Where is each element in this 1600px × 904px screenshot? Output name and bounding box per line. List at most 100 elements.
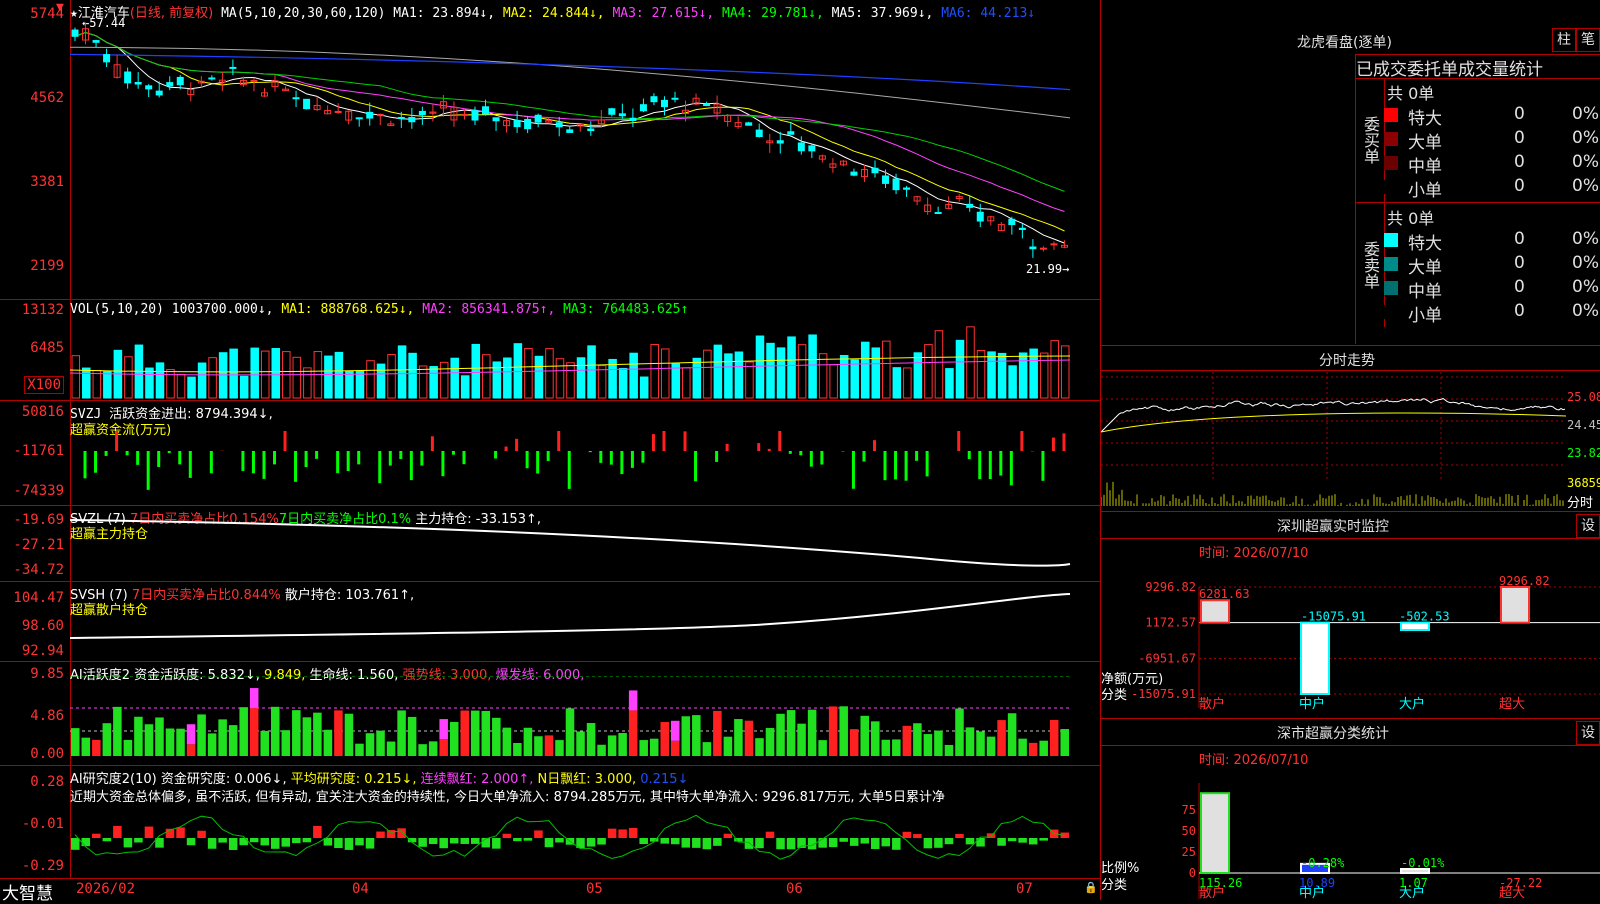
activity-bar (460, 711, 469, 756)
svzl-tick: -27.21 (13, 537, 64, 553)
svsh-pane[interactable]: 104.47 98.60 92.94 SVSH (7) 7日内买卖净占比0.84… (0, 582, 1100, 662)
volume-bar (883, 341, 891, 398)
volume-pane[interactable]: 13132 6485 X100 VOL(5,10,20) 1003700.000… (0, 300, 1100, 401)
classify-settings-button[interactable]: 设 (1576, 721, 1600, 745)
activity-bar (113, 707, 122, 756)
svzl-line[interactable] (70, 510, 1100, 580)
candle-body (935, 213, 941, 214)
svzj-bars[interactable] (70, 431, 1100, 501)
buy-pct: 0% (1572, 176, 1599, 196)
bar-mode-button[interactable]: 柱 (1552, 28, 1576, 52)
svzl-pane[interactable]: -19.69 -27.21 -34.72 SVZL (7) 7日内买卖净占比0.… (0, 506, 1100, 582)
volume-bar (914, 353, 922, 398)
activity-bar (1039, 741, 1048, 756)
research-bar (282, 838, 291, 847)
buy-name: 小单 (1408, 176, 1442, 201)
candle-body (809, 146, 815, 151)
monitor-bar-label: 6281.63 (1199, 587, 1250, 601)
volume-bar (767, 343, 775, 398)
intraday-tick: 36859 (1567, 476, 1600, 490)
intraday-panel[interactable]: 分时走势 25.08 24.45 23.82 36859 分时 (1101, 346, 1600, 512)
lock-icon[interactable]: 🔒 (1084, 881, 1098, 894)
research-bar (839, 838, 848, 842)
ai-activity-pane[interactable]: 9.85 4.86 0.00 AI活跃度2 资金活跃度: 5.832↓, 9.8… (0, 662, 1100, 766)
candle-body (293, 98, 299, 99)
activity-bar (734, 719, 743, 756)
activity-bar (987, 737, 996, 756)
price-pane[interactable]: 5744 4562 3381 2199 ▼ ★江淮汽车(日线, 前复权) MA(… (0, 0, 1100, 300)
research-bar (713, 838, 722, 846)
research-bar (597, 838, 606, 845)
research-bar (292, 838, 301, 843)
classify-category-label: 中户 (1299, 885, 1325, 900)
vol-value: 1003700.000↓, (172, 302, 274, 317)
classify-bar-label: -0.01% (1401, 856, 1445, 870)
svzj-pane[interactable]: 50816 -11761 -74339 SVZJ 活跃资金进出: 8794.39… (0, 401, 1100, 506)
activity-bar (566, 708, 575, 756)
volume-bar (967, 327, 975, 398)
volume-bar (398, 346, 406, 398)
candle-body (356, 118, 362, 119)
ai-activity-bars[interactable] (70, 676, 1100, 764)
intraday-chart[interactable] (1101, 372, 1566, 507)
research-bar (682, 838, 691, 848)
tick-mode-button[interactable]: 笔 (1576, 28, 1600, 52)
classify-category-label: 大户 (1399, 885, 1425, 900)
monitor-settings-button[interactable]: 设 (1576, 514, 1600, 538)
volume-bar (672, 364, 680, 398)
activity-bar (397, 710, 406, 756)
flow-bar (94, 451, 97, 473)
research-bar (997, 838, 1006, 846)
candle-body (1051, 244, 1057, 245)
dragon-tiger-title: 龙虎看盘(逐单) (1297, 32, 1392, 52)
candle-body (493, 118, 499, 121)
activity-bar (82, 738, 91, 756)
research-bar (976, 838, 985, 847)
flow-bar (526, 451, 529, 468)
activity-bar (376, 731, 385, 756)
sell-color-swatch (1384, 257, 1398, 271)
volume-bar (956, 340, 964, 398)
volume-bars[interactable] (70, 318, 1100, 400)
ai1-tick: 4.86 (30, 708, 64, 724)
research-bar (355, 838, 364, 845)
flow-bar (284, 431, 287, 451)
classify-title: 深市超赢分类统计 (1277, 723, 1389, 743)
sell-total: 共 0单 (1387, 205, 1434, 229)
ai-research-bars[interactable] (70, 804, 1100, 876)
candle-body (1040, 248, 1046, 249)
intraday-tail: 分时 (1567, 492, 1593, 511)
activity-bar (1060, 729, 1069, 756)
date-axis: 大智慧 2026/02 04 05 06 07 🔒 (0, 879, 1100, 900)
buy-row: 大单00% (1384, 128, 1600, 150)
retail-position-line (70, 594, 1070, 638)
flow-bar (115, 431, 118, 451)
monitor-axis-tick: 1172.57 (1145, 616, 1196, 630)
date-tick: 2026/02 (76, 881, 135, 897)
ai-research-pane[interactable]: 0.28 -0.01 -0.29 AI研究度2(10) 资金研究度: 0.006… (0, 766, 1100, 879)
volume-bar (409, 353, 417, 398)
research-bar (124, 838, 133, 847)
activity-bar (882, 740, 891, 756)
volume-bar (461, 376, 469, 398)
candle-body (135, 82, 141, 84)
ai2-tick: -0.29 (22, 858, 64, 874)
candlestick-chart[interactable] (70, 6, 1100, 296)
activity-bar (439, 739, 448, 756)
activity-bar (250, 708, 259, 756)
flow-bar (820, 451, 823, 465)
svsh-line[interactable] (70, 586, 1100, 660)
flow-bar (894, 451, 897, 479)
volume-bar (1019, 353, 1027, 398)
volume-bar (83, 368, 91, 398)
collapse-arrow-icon[interactable]: ▼ (56, 0, 64, 15)
activity-bar (408, 717, 417, 756)
classify-axis-tick: 75 (1182, 803, 1196, 817)
date-tick: 05 (586, 881, 603, 897)
activity-bar (366, 733, 375, 756)
activity-bar (334, 710, 343, 756)
sell-value: 0 (1514, 301, 1525, 321)
research-bar (829, 838, 838, 847)
activity-bar (471, 711, 480, 756)
brand-logo: 大智慧 (2, 879, 53, 904)
